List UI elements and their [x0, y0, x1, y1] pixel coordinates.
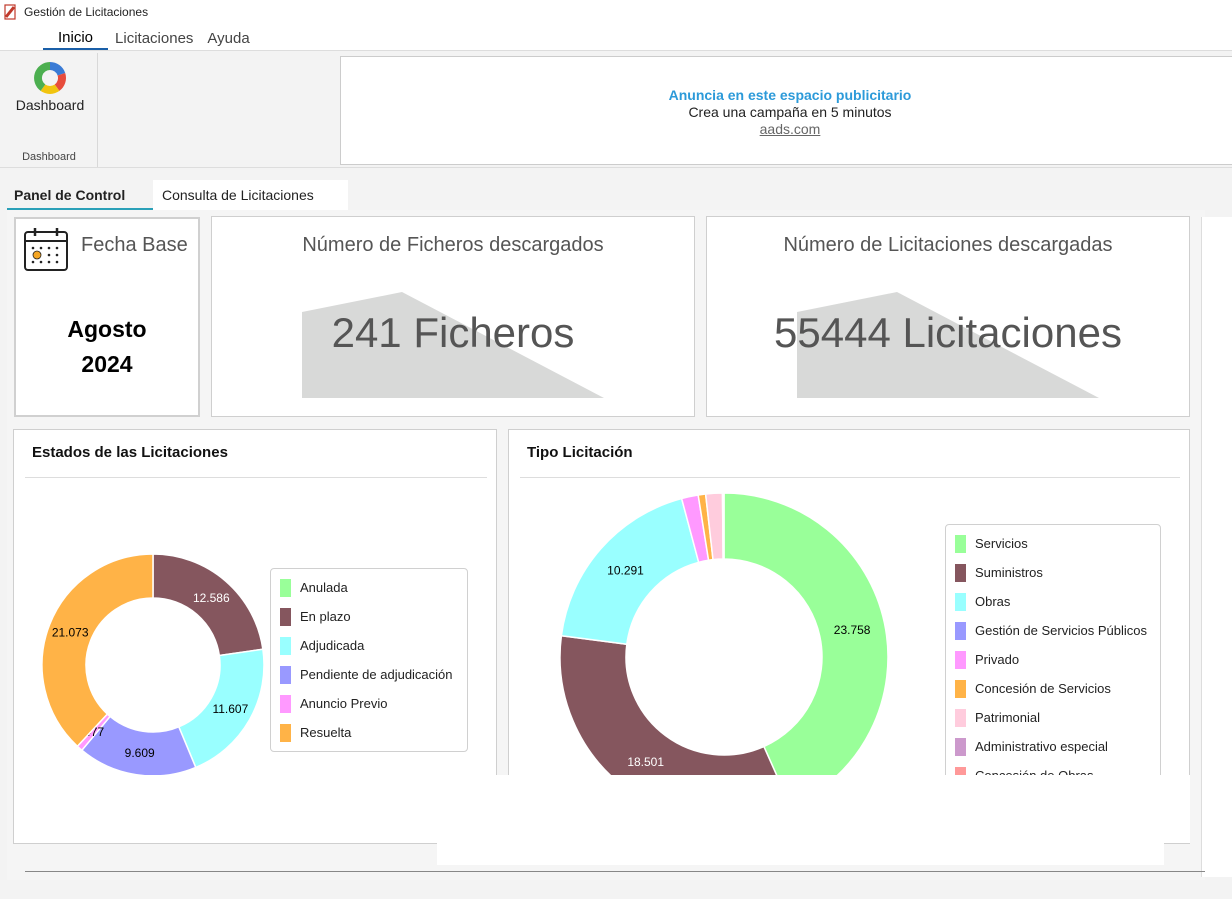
- horizontal-scrollbar[interactable]: [25, 871, 1205, 872]
- legend-swatch: [955, 621, 966, 640]
- fecha-base-value: Agosto 2024: [16, 312, 198, 382]
- legend-item-2[interactable]: Suministros: [946, 558, 1160, 587]
- legend-swatch: [955, 737, 966, 756]
- legend-swatch: [280, 665, 291, 684]
- donut-label-3: 10.291: [607, 564, 644, 578]
- ad-link[interactable]: aads.com: [341, 121, 1232, 137]
- chart-separator: [25, 477, 487, 478]
- menu-bar: Inicio Licitaciones Ayuda: [0, 24, 1232, 50]
- fecha-year: 2024: [81, 351, 133, 377]
- title-bar: Gestión de Licitaciones: [0, 0, 1232, 24]
- donut-slice-8[interactable]: [721, 492, 725, 560]
- ad-banner[interactable]: Anuncia en este espacio publicitario Cre…: [340, 56, 1232, 165]
- legend-label: Privado: [975, 652, 1020, 667]
- legend-item-4[interactable]: Pendiente de adjudicación: [271, 660, 467, 689]
- legend-label: Anulada: [300, 580, 348, 595]
- ribbon-group-dashboard: Dashboard Dashboard: [0, 53, 98, 167]
- legend-swatch: [280, 694, 291, 713]
- legend-item-3[interactable]: Adjudicada: [271, 631, 467, 660]
- legend-label: Anuncio Previo: [300, 696, 388, 711]
- dashboard-icon: [34, 62, 66, 94]
- estados-donut-chart: 12.58611.6079.60947721.073: [41, 553, 265, 777]
- ficheros-card: Número de Ficheros descargados 241 Fiche…: [211, 216, 695, 417]
- menu-inicio[interactable]: Inicio: [43, 29, 109, 50]
- donut-label-1: 23.758: [834, 623, 871, 637]
- legend-swatch: [955, 679, 966, 698]
- legend-label: Servicios: [975, 536, 1028, 551]
- legend-item-4[interactable]: Gestión de Servicios Públicos: [946, 616, 1160, 645]
- donut-slice-6[interactable]: [41, 553, 154, 748]
- ficheros-value: 241 Ficheros: [331, 309, 575, 356]
- chart-lower-overlay: [14, 775, 1190, 843]
- fecha-base-card: Fecha Base Agosto 2024: [14, 217, 200, 417]
- ad-subtitle: Crea una campaña en 5 minutos: [688, 104, 892, 120]
- bottom-overlay: [437, 843, 1164, 865]
- tipo-legend: Servicios Suministros Obras Gestión de Serv…: [945, 524, 1161, 794]
- donut-label-3: 11.607: [212, 702, 248, 716]
- chart-separator: [520, 477, 1180, 478]
- tab-consulta-licitaciones[interactable]: Consulta de Licitaciones: [153, 180, 348, 210]
- legend-label: Obras: [975, 594, 1011, 609]
- estados-legend: Anulada En plazo Adjudicada Pendiente de ad…: [270, 568, 468, 752]
- legend-item-1[interactable]: Servicios: [946, 529, 1160, 558]
- dashboard-content: Fecha Base Agosto 2024 Número de Fichero…: [7, 210, 1232, 880]
- licitaciones-title: Número de Licitaciones descargadas: [783, 234, 1113, 256]
- legend-item-1[interactable]: Anulada: [271, 573, 467, 602]
- legend-item-2[interactable]: En plazo: [271, 602, 467, 631]
- tipo-chart-title: Tipo Licitación: [527, 444, 633, 461]
- dashboard-button[interactable]: Dashboard: [8, 61, 92, 113]
- legend-item-6[interactable]: Resuelta: [271, 718, 467, 747]
- legend-item-3[interactable]: Obras: [946, 587, 1160, 616]
- licitaciones-value: 55444 Licitaciones: [774, 309, 1122, 356]
- ribbon-group-label: Dashboard: [22, 151, 76, 163]
- ficheros-title: Número de Ficheros descargados: [302, 234, 604, 256]
- legend-label: Administrativo especial: [975, 739, 1108, 754]
- legend-swatch: [955, 534, 966, 553]
- legend-label: Resuelta: [300, 725, 352, 740]
- legend-swatch: [280, 723, 291, 742]
- legend-item-7[interactable]: Patrimonial: [946, 703, 1160, 732]
- legend-item-5[interactable]: Anuncio Previo: [271, 689, 467, 718]
- donut-label-2: 12.586: [193, 591, 230, 605]
- legend-swatch: [280, 578, 291, 597]
- legend-label: Suministros: [975, 565, 1043, 580]
- legend-label: Patrimonial: [975, 710, 1041, 725]
- donut-label-2: 18.501: [627, 755, 664, 769]
- menu-ayuda[interactable]: Ayuda: [200, 30, 256, 50]
- fecha-base-label: Fecha Base: [81, 234, 188, 256]
- legend-label: Pendiente de adjudicación: [300, 667, 453, 682]
- legend-swatch: [280, 607, 291, 626]
- fecha-month: Agosto: [67, 316, 147, 342]
- donut-label-4: 9.609: [125, 746, 155, 760]
- window-title: Gestión de Licitaciones: [24, 5, 149, 19]
- ribbon: Dashboard Dashboard Anuncia en este espa…: [0, 50, 1232, 168]
- donut-label-6: 21.073: [52, 625, 89, 639]
- tab-bar: Panel de Control Consulta de Licitacione…: [7, 180, 348, 210]
- tab-panel-control[interactable]: Panel de Control: [7, 180, 153, 210]
- legend-swatch: [955, 563, 966, 582]
- legend-swatch: [955, 708, 966, 727]
- right-panel-edge: [1201, 217, 1232, 877]
- legend-swatch: [955, 650, 966, 669]
- estados-chart-title: Estados de las Licitaciones: [32, 444, 228, 461]
- legend-swatch: [955, 592, 966, 611]
- legend-swatch: [280, 636, 291, 655]
- legend-item-8[interactable]: Administrativo especial: [946, 732, 1160, 761]
- app-icon: [4, 4, 16, 20]
- menu-licitaciones[interactable]: Licitaciones: [108, 30, 200, 50]
- licitaciones-card: Número de Licitaciones descargadas 55444…: [706, 216, 1190, 417]
- legend-item-5[interactable]: Privado: [946, 645, 1160, 674]
- ad-title[interactable]: Anuncia en este espacio publicitario: [341, 87, 1232, 103]
- legend-label: Concesión de Servicios: [975, 681, 1111, 696]
- dashboard-button-label: Dashboard: [15, 97, 85, 113]
- legend-label: En plazo: [300, 609, 351, 624]
- legend-label: Adjudicada: [300, 638, 365, 653]
- calendar-icon: [24, 228, 68, 271]
- legend-label: Gestión de Servicios Públicos: [975, 623, 1147, 638]
- legend-item-6[interactable]: Concesión de Servicios: [946, 674, 1160, 703]
